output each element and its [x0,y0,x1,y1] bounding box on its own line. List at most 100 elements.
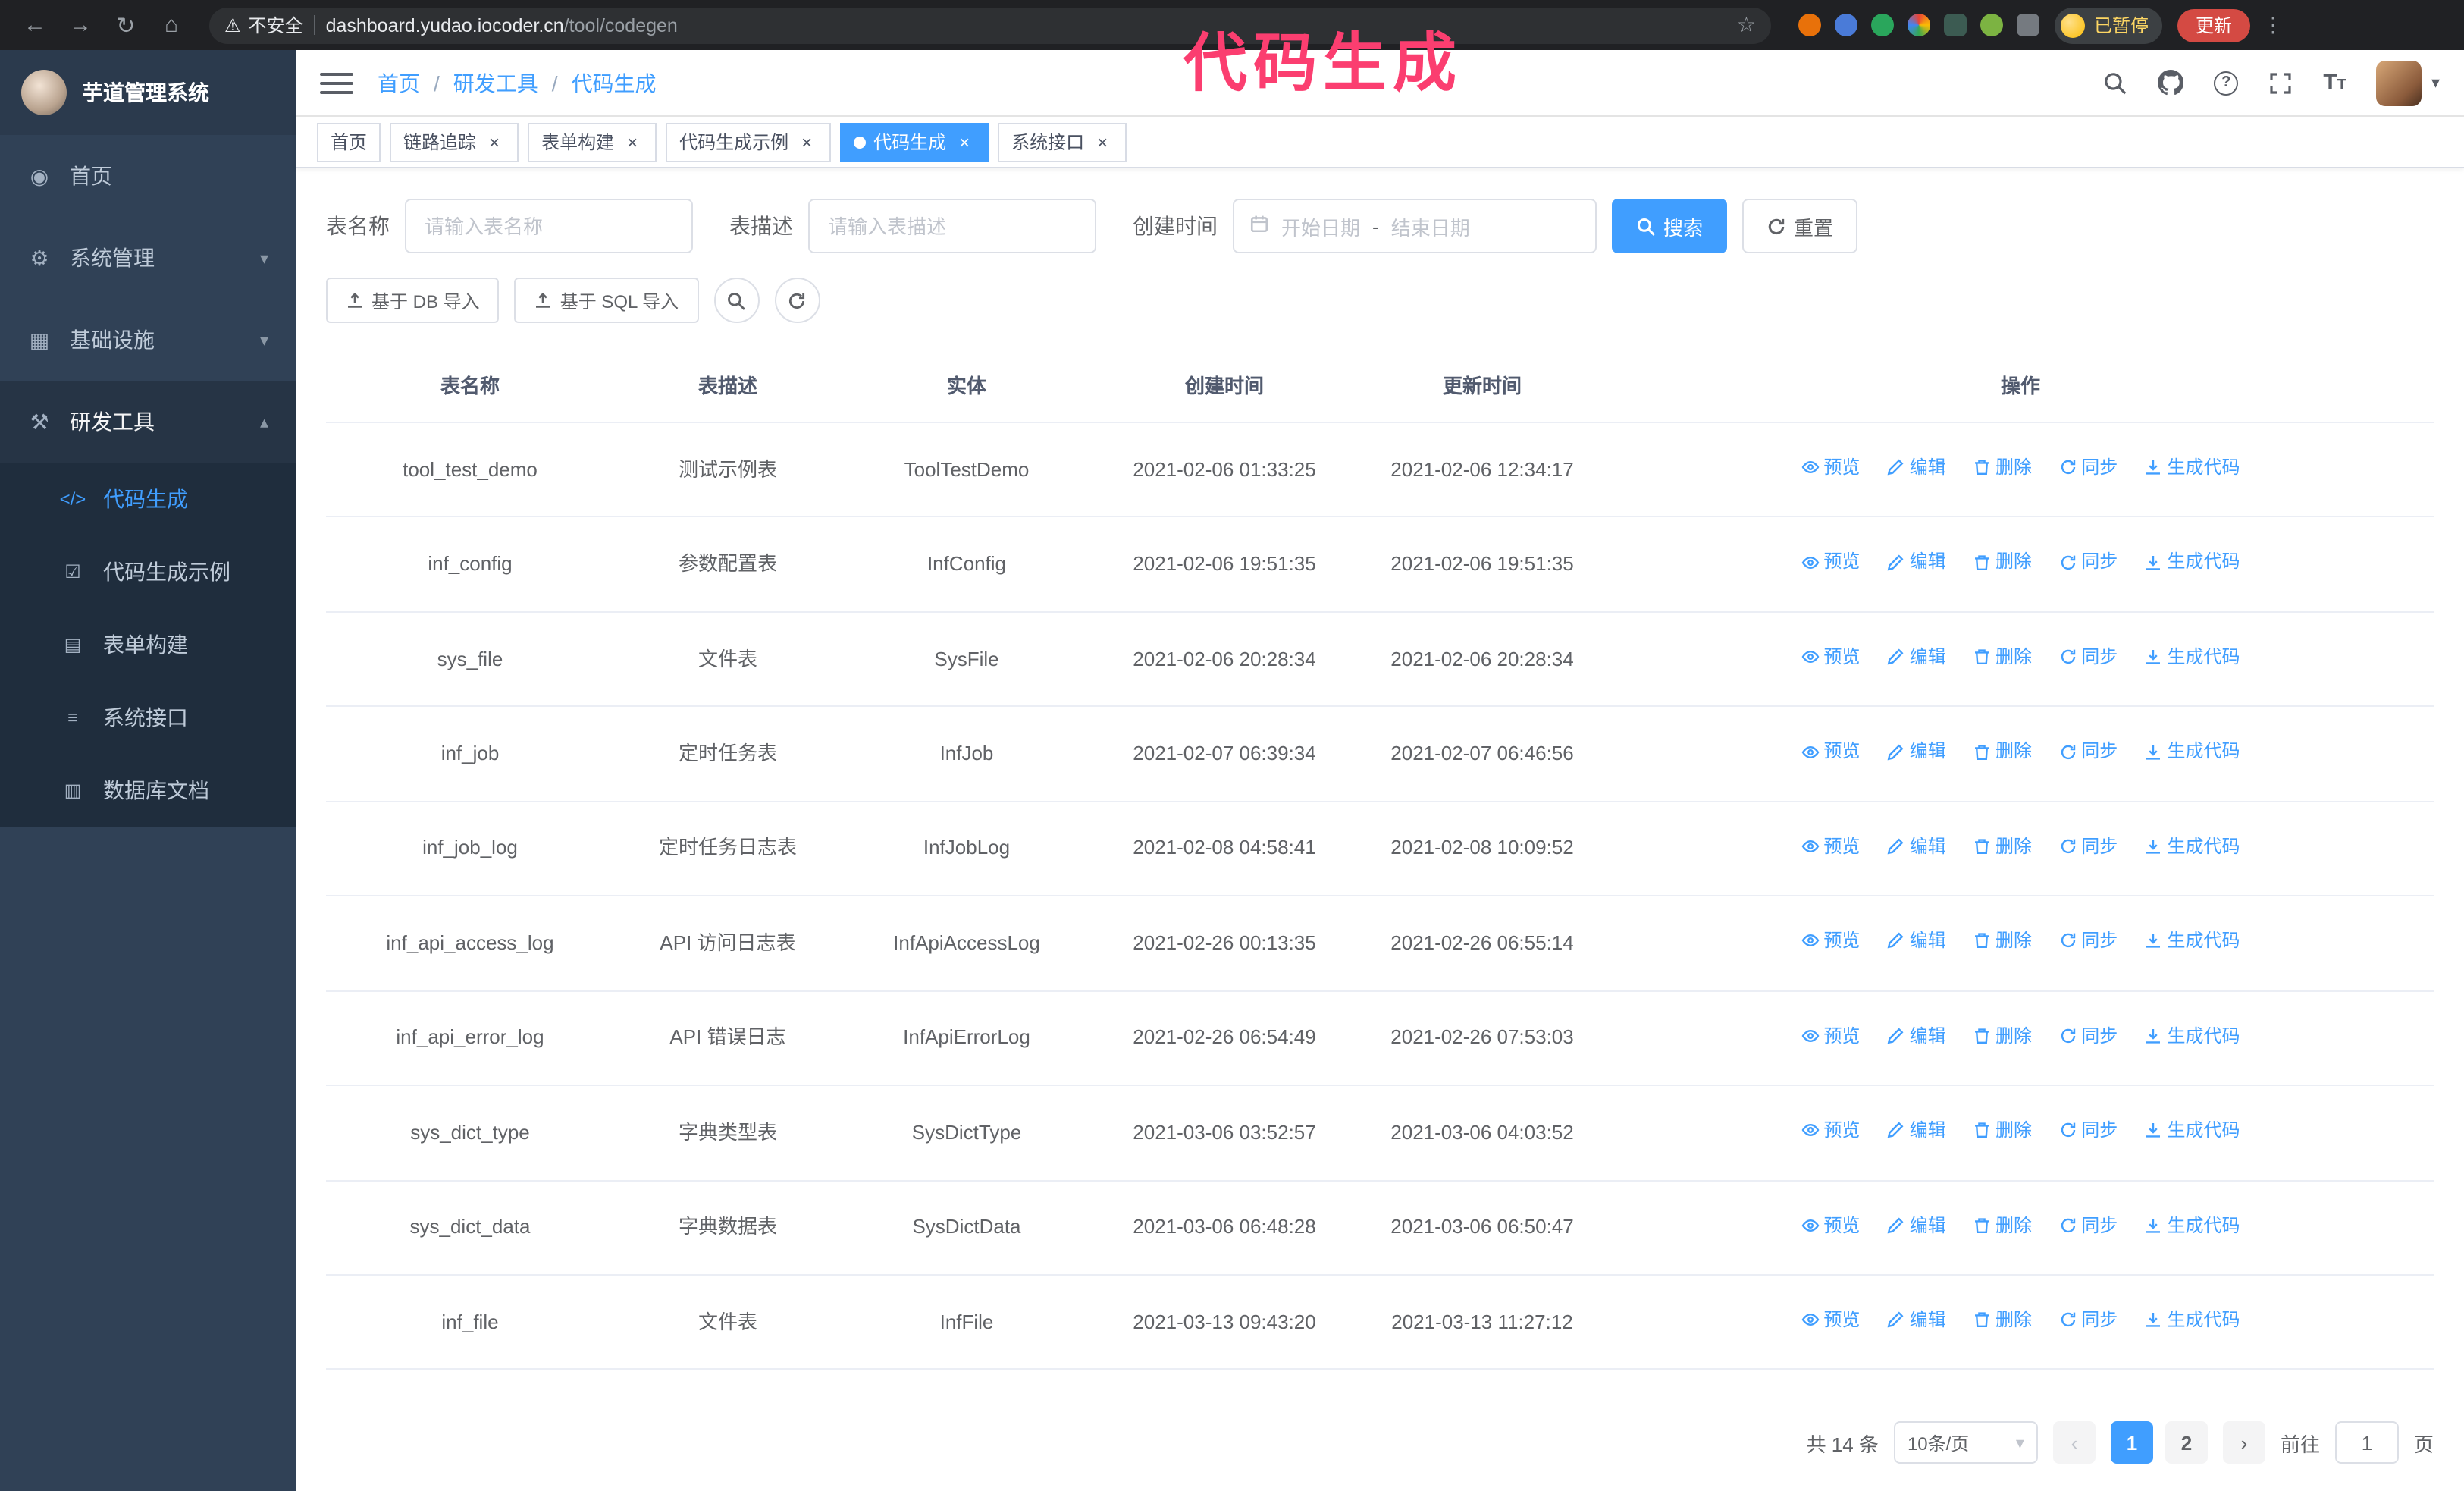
date-range-picker[interactable]: 开始日期 - 结束日期 [1233,199,1597,253]
security-warning[interactable]: ⚠ 不安全 [224,12,303,38]
sidebar-item[interactable]: ▦ 基础设施 ▾ [0,299,296,381]
hamburger-icon[interactable] [320,69,353,96]
edit-link[interactable]: 编辑 [1887,1022,1946,1050]
sidebar-item[interactable]: ⚙ 系统管理 ▾ [0,217,296,299]
back-icon[interactable]: ← [15,5,55,45]
close-icon[interactable]: × [796,131,817,152]
reload-icon[interactable]: ↻ [106,5,146,45]
prev-page-button[interactable]: ‹ [2052,1421,2096,1464]
font-size-icon[interactable]: TT [2323,70,2346,96]
generate-code-link[interactable]: 生成代码 [2145,927,2240,955]
extensions-puzzle-icon[interactable] [2017,14,2039,36]
edit-link[interactable]: 编辑 [1887,738,1946,766]
generate-code-link[interactable]: 生成代码 [2145,833,2240,861]
address-bar[interactable]: ⚠ 不安全 dashboard.yudao.iocoder.cn/tool/co… [209,7,1771,43]
close-icon[interactable]: × [1092,131,1113,152]
edit-link[interactable]: 编辑 [1887,454,1946,482]
tab[interactable]: 系统接口 × [998,122,1127,162]
help-icon[interactable]: ? [2214,71,2239,95]
preview-link[interactable]: 预览 [1801,454,1860,482]
sync-link[interactable]: 同步 [2058,1022,2118,1050]
edit-link[interactable]: 编辑 [1887,548,1946,576]
delete-link[interactable]: 删除 [1973,548,2032,576]
delete-link[interactable]: 删除 [1973,833,2032,861]
generate-code-link[interactable]: 生成代码 [2145,1022,2240,1050]
generate-code-link[interactable]: 生成代码 [2145,548,2240,576]
delete-link[interactable]: 删除 [1973,643,2032,671]
edit-link[interactable]: 编辑 [1887,643,1946,671]
sidebar-subitem[interactable]: ▤ 表单构建 [0,608,296,681]
page-number[interactable]: 2 [2165,1421,2208,1464]
delete-link[interactable]: 删除 [1973,1306,2032,1334]
extension-icon[interactable] [1835,14,1857,36]
preview-link[interactable]: 预览 [1801,833,1860,861]
tab[interactable]: 代码生成 × [840,122,989,162]
browser-menu-icon[interactable]: ⋮ [2256,12,2290,38]
browser-update-button[interactable]: 更新 [2177,8,2251,42]
search-button[interactable]: 搜索 [1612,199,1728,253]
sidebar-subitem[interactable]: ☑ 代码生成示例 [0,535,296,608]
edit-link[interactable]: 编辑 [1887,833,1946,861]
preview-link[interactable]: 预览 [1801,1116,1860,1144]
sidebar-item[interactable]: ◉ 首页 [0,135,296,217]
close-icon[interactable]: × [484,131,505,152]
preview-link[interactable]: 预览 [1801,1022,1860,1050]
sidebar-subitem[interactable]: ≡ 系统接口 [0,681,296,754]
sync-link[interactable]: 同步 [2058,454,2118,482]
sync-link[interactable]: 同步 [2058,1211,2118,1239]
import-sql-button[interactable]: 基于 SQL 导入 [514,278,699,323]
generate-code-link[interactable]: 生成代码 [2145,738,2240,766]
next-page-button[interactable]: › [2222,1421,2265,1464]
generate-code-link[interactable]: 生成代码 [2145,1116,2240,1144]
breadcrumb-item[interactable]: 研发工具 [420,67,538,98]
import-db-button[interactable]: 基于 DB 导入 [326,278,500,323]
sync-link[interactable]: 同步 [2058,548,2118,576]
generate-code-link[interactable]: 生成代码 [2145,454,2240,482]
preview-link[interactable]: 预览 [1801,1306,1860,1334]
logo[interactable]: 芋道管理系统 [0,50,296,135]
delete-link[interactable]: 删除 [1973,927,2032,955]
user-menu[interactable]: ▾ [2376,60,2440,105]
generate-code-link[interactable]: 生成代码 [2145,1211,2240,1239]
sidebar-subitem[interactable]: ▥ 数据库文档 [0,754,296,827]
page-number[interactable]: 1 [2110,1421,2153,1464]
edit-link[interactable]: 编辑 [1887,1306,1946,1334]
goto-page-input[interactable] [2334,1421,2399,1464]
preview-link[interactable]: 预览 [1801,1211,1860,1239]
search-toggle-button[interactable] [713,278,760,323]
sync-link[interactable]: 同步 [2058,738,2118,766]
breadcrumb-item[interactable]: 首页 [378,67,420,98]
table-name-input[interactable] [405,199,693,253]
delete-link[interactable]: 删除 [1973,1116,2032,1144]
preview-link[interactable]: 预览 [1801,927,1860,955]
close-icon[interactable]: × [622,131,643,152]
tab[interactable]: 链路追踪 × [390,122,519,162]
github-icon[interactable] [2158,70,2184,96]
preview-link[interactable]: 预览 [1801,738,1860,766]
forward-icon[interactable]: → [61,5,100,45]
sync-link[interactable]: 同步 [2058,1306,2118,1334]
breadcrumb-item[interactable]: 代码生成 [538,67,657,98]
sync-link[interactable]: 同步 [2058,927,2118,955]
edit-link[interactable]: 编辑 [1887,1211,1946,1239]
delete-link[interactable]: 删除 [1973,738,2032,766]
reset-button[interactable]: 重置 [1742,199,1858,253]
tab[interactable]: 表单构建 × [528,122,657,162]
fullscreen-icon[interactable] [2268,71,2293,95]
tab[interactable]: 代码生成示例 × [666,122,832,162]
tab[interactable]: 首页 × [317,122,381,162]
profile-sync-badge[interactable]: 已暂停 [2055,7,2163,43]
generate-code-link[interactable]: 生成代码 [2145,643,2240,671]
delete-link[interactable]: 删除 [1973,454,2032,482]
preview-link[interactable]: 预览 [1801,548,1860,576]
sync-link[interactable]: 同步 [2058,833,2118,861]
generate-code-link[interactable]: 生成代码 [2145,1306,2240,1334]
extension-icon[interactable] [1871,14,1894,36]
home-icon[interactable]: ⌂ [152,5,191,45]
extension-icon[interactable] [1980,14,2003,36]
sync-link[interactable]: 同步 [2058,1116,2118,1144]
refresh-button[interactable] [774,278,820,323]
extension-icon[interactable] [1798,14,1821,36]
edit-link[interactable]: 编辑 [1887,1116,1946,1144]
sidebar-item[interactable]: ⚒ 研发工具 ▴ [0,381,296,463]
